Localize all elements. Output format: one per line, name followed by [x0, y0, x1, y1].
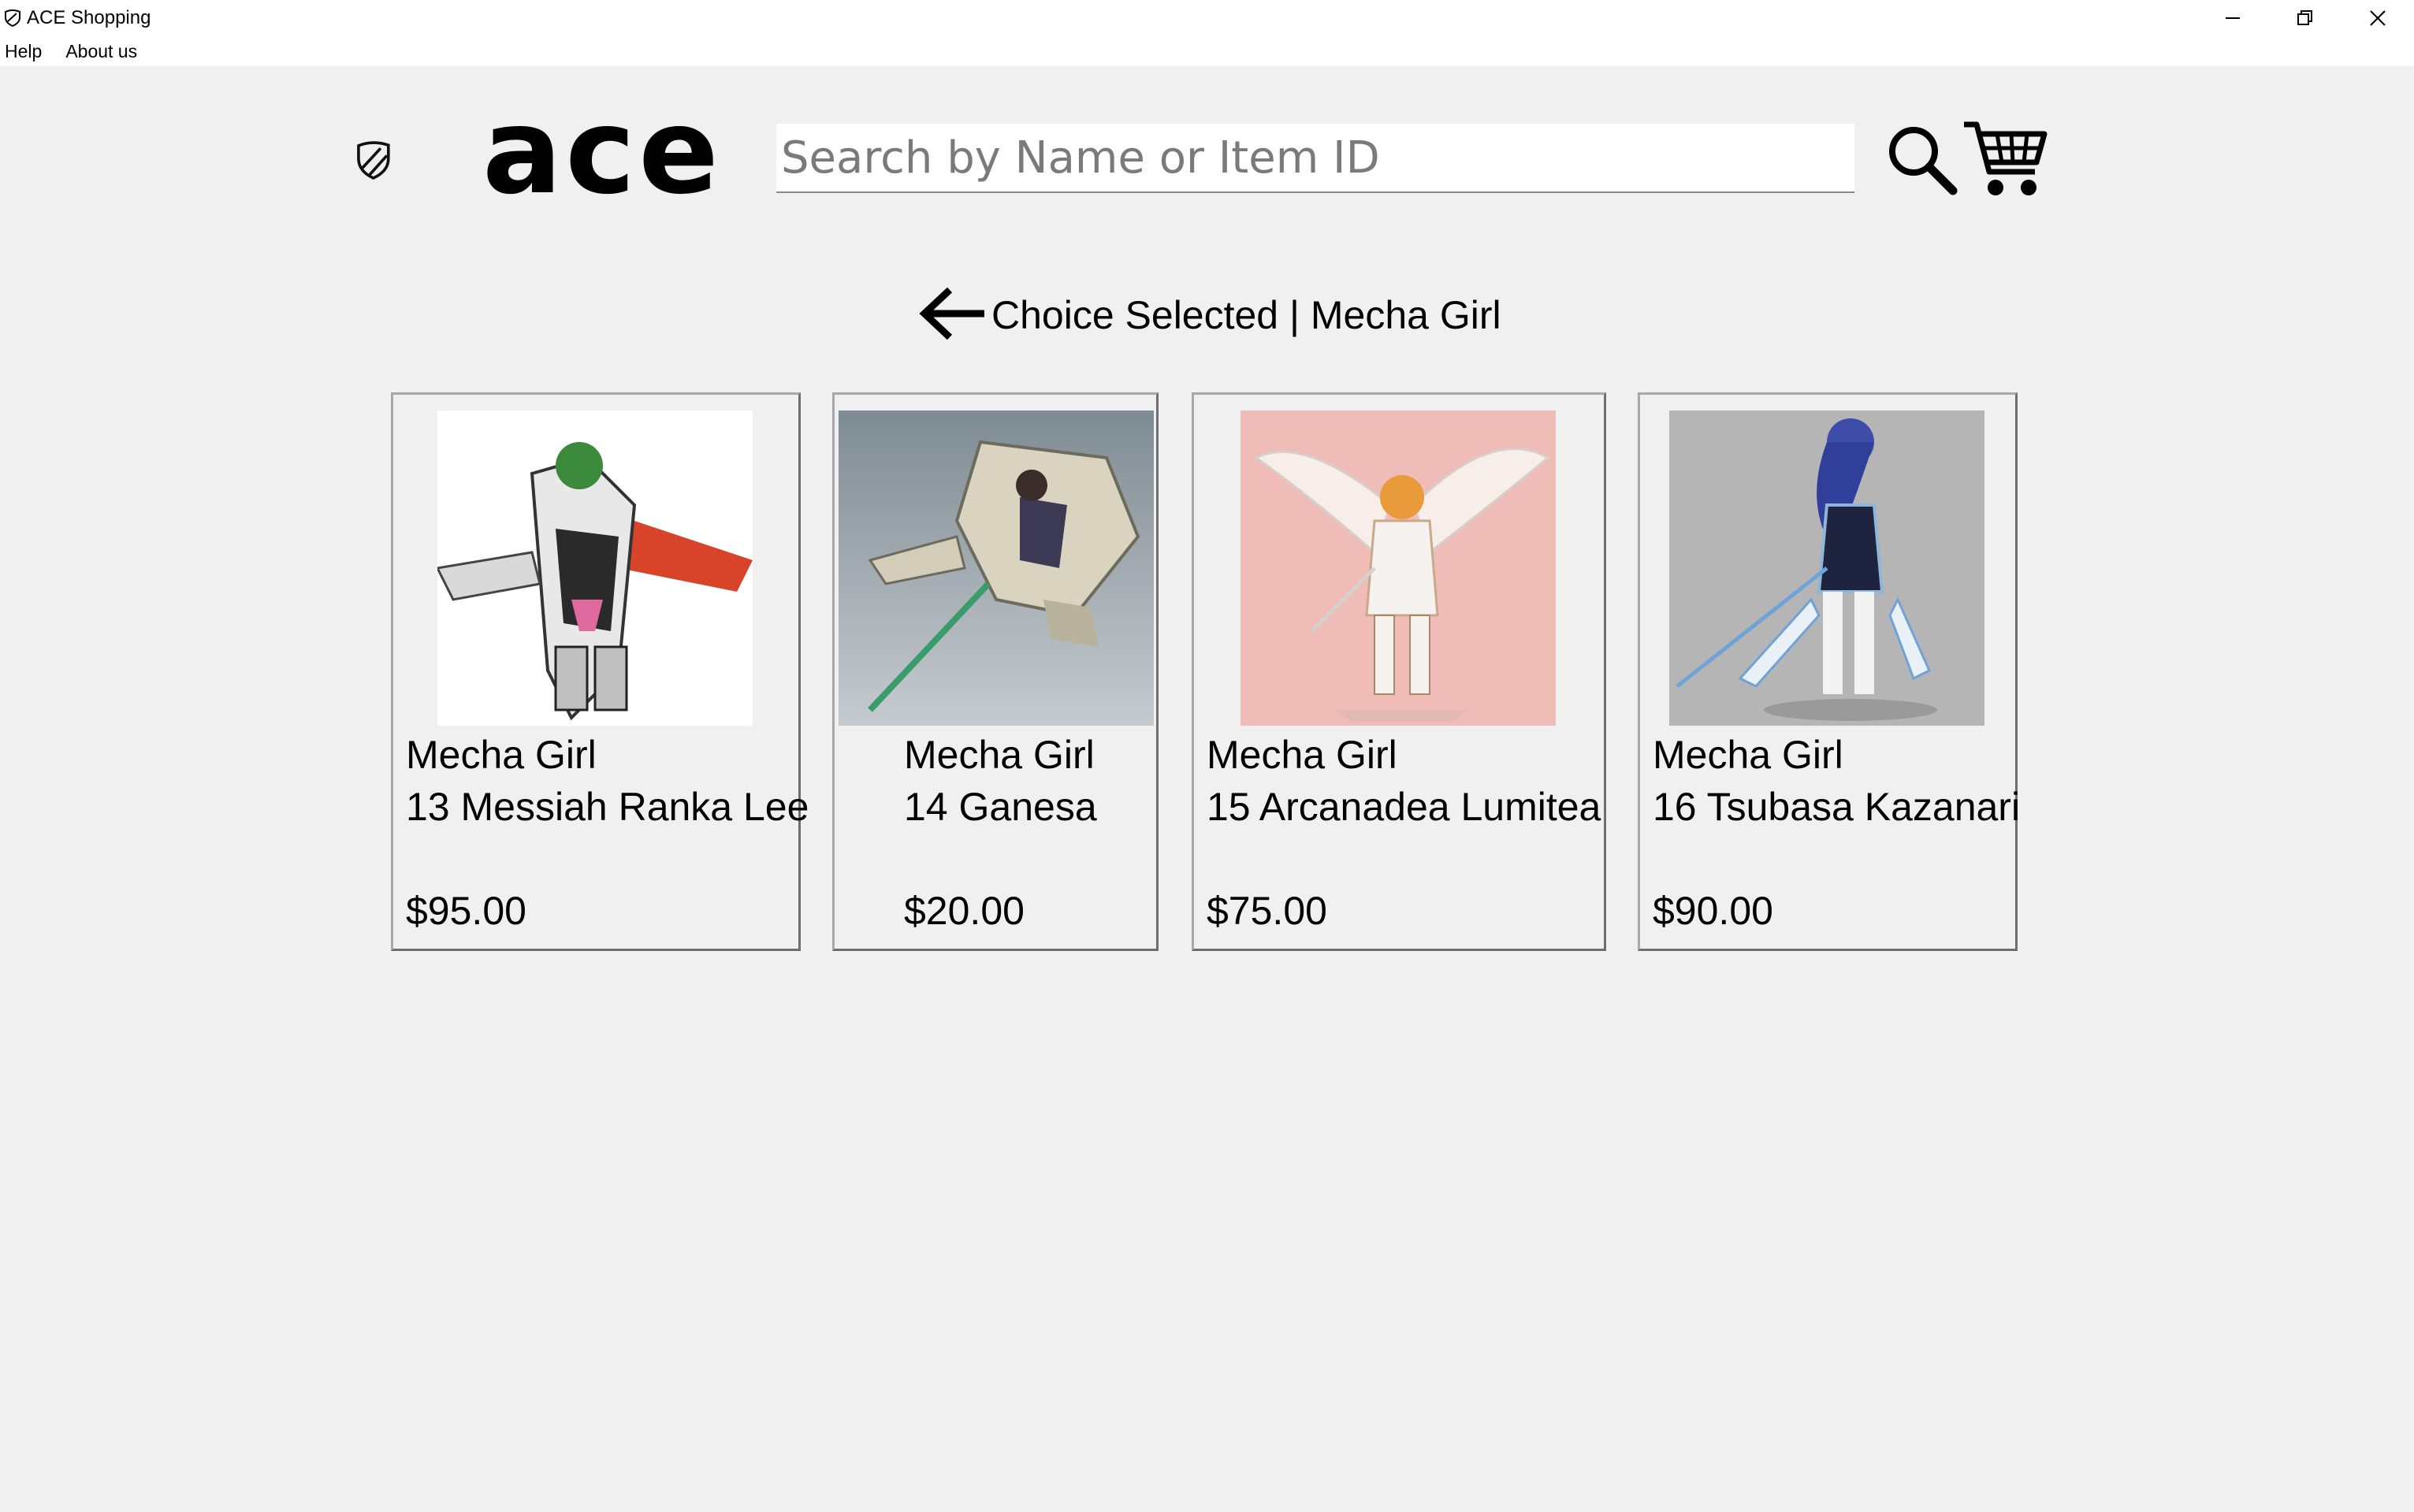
minimize-button[interactable]	[2196, 0, 2269, 36]
close-icon	[2370, 10, 2386, 26]
logo-wordmark: ace	[482, 84, 722, 221]
product-card[interactable]: Mecha Girl 16 Tsubasa Kazanari $90.00	[1638, 392, 2021, 951]
product-price: $75.00	[1207, 889, 1327, 933]
product-name: 15 Arcanadea Lumitea	[1207, 785, 1601, 829]
menu-bar: Help About us	[0, 36, 2414, 66]
product-category: Mecha Girl	[1207, 733, 1397, 777]
product-image	[1240, 411, 1556, 726]
product-category: Mecha Girl	[904, 733, 1095, 777]
product-name: 13 Messiah Ranka Lee	[406, 785, 809, 829]
product-price: $20.00	[904, 889, 1025, 933]
search-icon[interactable]	[1887, 124, 1958, 195]
close-button[interactable]	[2341, 0, 2414, 36]
restore-icon	[2297, 10, 2312, 25]
product-card[interactable]: Mecha Girl 15 Arcanadea Lumitea $75.00	[1192, 392, 1606, 951]
ace-logo	[357, 141, 390, 180]
product-name: 16 Tsubasa Kazanari	[1653, 785, 2021, 829]
window-title: ACE Shopping	[27, 7, 151, 28]
product-name: 14 Ganesa	[904, 785, 1097, 829]
product-category: Mecha Girl	[406, 733, 597, 777]
product-price: $90.00	[1653, 889, 1773, 933]
restore-button[interactable]	[2269, 0, 2341, 36]
minimize-icon	[2226, 17, 2240, 19]
cart-icon[interactable]	[1962, 118, 2048, 200]
product-category: Mecha Girl	[1653, 733, 1843, 777]
product-image	[839, 411, 1154, 726]
menu-help[interactable]: Help	[0, 41, 53, 62]
product-image	[1669, 411, 1984, 726]
product-card[interactable]: Mecha Girl 14 Ganesa $20.00	[832, 392, 1159, 951]
back-arrow-icon[interactable]	[918, 285, 986, 342]
app-logo-icon	[5, 9, 20, 28]
product-image	[437, 411, 753, 726]
product-price: $95.00	[406, 889, 526, 933]
product-card[interactable]: Mecha Girl 13 Messiah Ranka Lee $95.00	[391, 392, 809, 951]
menu-about-us[interactable]: About us	[61, 41, 148, 62]
search-input[interactable]	[776, 124, 1854, 193]
title-bar: ACE Shopping	[0, 0, 2414, 36]
choice-selected-heading: Choice Selected | Mecha Girl	[991, 293, 1501, 337]
